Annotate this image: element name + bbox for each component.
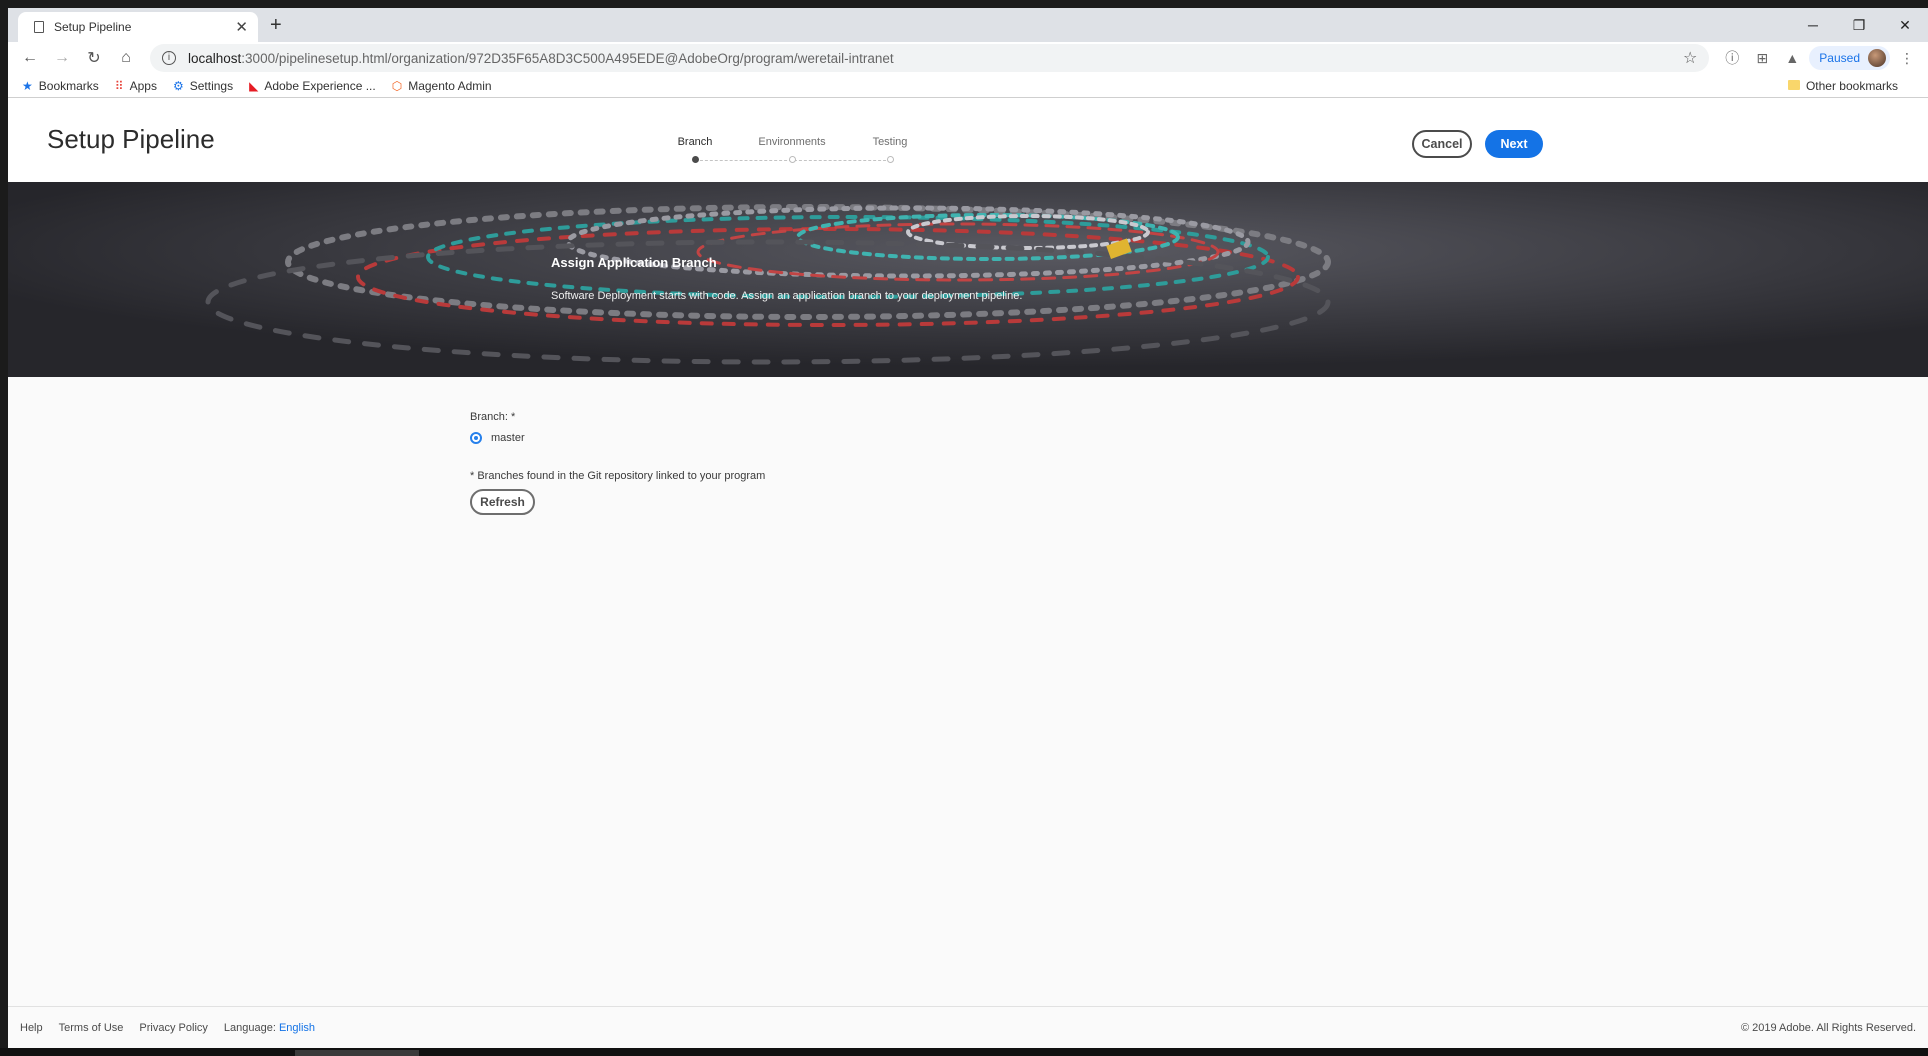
folder-icon — [1787, 79, 1800, 93]
branch-note: * Branches found in the Git repository l… — [470, 470, 766, 482]
app-header: Setup Pipeline Branch Environments Testi… — [8, 98, 1928, 182]
browser-tab[interactable]: Setup Pipeline ✕ — [18, 12, 258, 42]
branch-form: Branch: * master * Branches found in the… — [470, 411, 1070, 515]
adobe-icon: ◣ — [249, 78, 259, 93]
avatar — [1868, 49, 1886, 67]
address-bar[interactable]: i localhost:3000/pipelinesetup.html/orga… — [150, 44, 1710, 72]
bookmark-magento-admin[interactable]: ⬡ Magento Admin — [392, 79, 492, 93]
next-button[interactable]: Next — [1485, 130, 1543, 158]
back-icon[interactable]: ← — [16, 49, 44, 67]
step-testing: Testing — [840, 136, 940, 163]
profile-button[interactable]: Paused — [1809, 46, 1890, 70]
magento-icon: ⬡ — [391, 78, 403, 93]
language-label: Language: — [223, 1021, 276, 1034]
browser-menu-icon[interactable]: ⋮ — [1894, 50, 1920, 67]
bookmark-settings[interactable]: ⚙ Settings — [173, 79, 233, 93]
step-dot — [691, 156, 699, 163]
browser-window: Setup Pipeline ✕ + ─ ❐ ✕ ← → ↻ ⌂ i local… — [8, 8, 1928, 1048]
hero-banner: Assign Application Branch Software Deplo… — [8, 182, 1928, 377]
minimize-icon[interactable]: ─ — [1790, 8, 1836, 42]
extension-info-icon[interactable]: ⓘ — [1719, 48, 1745, 68]
branch-radio[interactable] — [470, 432, 482, 444]
page-icon — [34, 21, 44, 33]
apps-grid-icon: ⠿ — [114, 78, 124, 93]
url-text[interactable]: localhost:3000/pipelinesetup.html/organi… — [188, 51, 1683, 66]
bookmarks-bar: ★ Bookmarks ⠿ Apps ⚙ Settings ◣ Adobe Ex… — [8, 74, 1928, 98]
close-tab-icon[interactable]: ✕ — [235, 18, 248, 36]
reload-icon[interactable]: ↻ — [80, 48, 108, 68]
taskbar-item[interactable] — [295, 1050, 419, 1056]
wizard-stepper: Branch Environments Testing — [671, 136, 911, 166]
language-selector[interactable]: Language: English — [224, 1022, 315, 1034]
branch-option-label: master — [491, 432, 525, 444]
language-value[interactable]: English — [279, 1022, 315, 1034]
terms-link[interactable]: Terms of Use — [59, 1022, 124, 1034]
gear-icon: ⚙ — [172, 78, 184, 93]
os-taskbar — [0, 1048, 1928, 1056]
step-branch: Branch — [645, 136, 745, 163]
bookmark-apps[interactable]: ⠿ Apps — [115, 79, 157, 93]
close-window-icon[interactable]: ✕ — [1882, 8, 1928, 42]
hero-background-art — [8, 182, 1928, 377]
hero-title: Assign Application Branch — [551, 255, 717, 270]
copyright: © 2019 Adobe. All Rights Reserved. — [1740, 1021, 1916, 1034]
step-dot — [886, 156, 894, 163]
restore-icon[interactable]: ❐ — [1836, 8, 1882, 42]
bookmark-bookmarks[interactable]: ★ Bookmarks — [22, 79, 99, 93]
page-title: Setup Pipeline — [47, 124, 215, 154]
branch-field-label: Branch: * — [470, 411, 516, 423]
browser-toolbar: ← → ↻ ⌂ i localhost:3000/pipelinesetup.h… — [8, 42, 1928, 74]
forward-icon[interactable]: → — [48, 49, 76, 67]
window-controls: ─ ❐ ✕ — [1790, 8, 1928, 42]
star-icon: ★ — [22, 78, 33, 93]
app-page: Setup Pipeline Branch Environments Testi… — [8, 98, 1928, 1048]
page-footer: Help Terms of Use Privacy Policy Languag… — [8, 1006, 1928, 1048]
tab-strip: Setup Pipeline ✕ + ─ ❐ ✕ — [8, 8, 1928, 42]
help-link[interactable]: Help — [20, 1022, 43, 1034]
site-info-icon[interactable]: i — [162, 51, 176, 65]
step-dot — [788, 156, 796, 163]
tab-title: Setup Pipeline — [54, 20, 132, 34]
extension-grid-icon[interactable]: ⊞ — [1749, 50, 1775, 67]
branch-option-master[interactable]: master — [470, 432, 1070, 444]
home-icon[interactable]: ⌂ — [112, 49, 140, 67]
refresh-button[interactable]: Refresh — [470, 489, 535, 515]
new-tab-icon[interactable]: + — [270, 14, 282, 37]
bookmark-adobe-experience[interactable]: ◣ Adobe Experience ... — [249, 79, 376, 93]
extension-drive-icon[interactable]: ▲ — [1779, 50, 1805, 66]
hero-description: Software Deployment starts with code. As… — [551, 290, 1023, 302]
profile-status: Paused — [1819, 51, 1860, 65]
step-environments: Environments — [742, 136, 842, 163]
other-bookmarks[interactable]: Other bookmarks — [1787, 79, 1898, 93]
cancel-button[interactable]: Cancel — [1412, 130, 1472, 158]
privacy-link[interactable]: Privacy Policy — [139, 1022, 207, 1034]
bookmark-star-icon[interactable]: ☆ — [1683, 48, 1697, 68]
